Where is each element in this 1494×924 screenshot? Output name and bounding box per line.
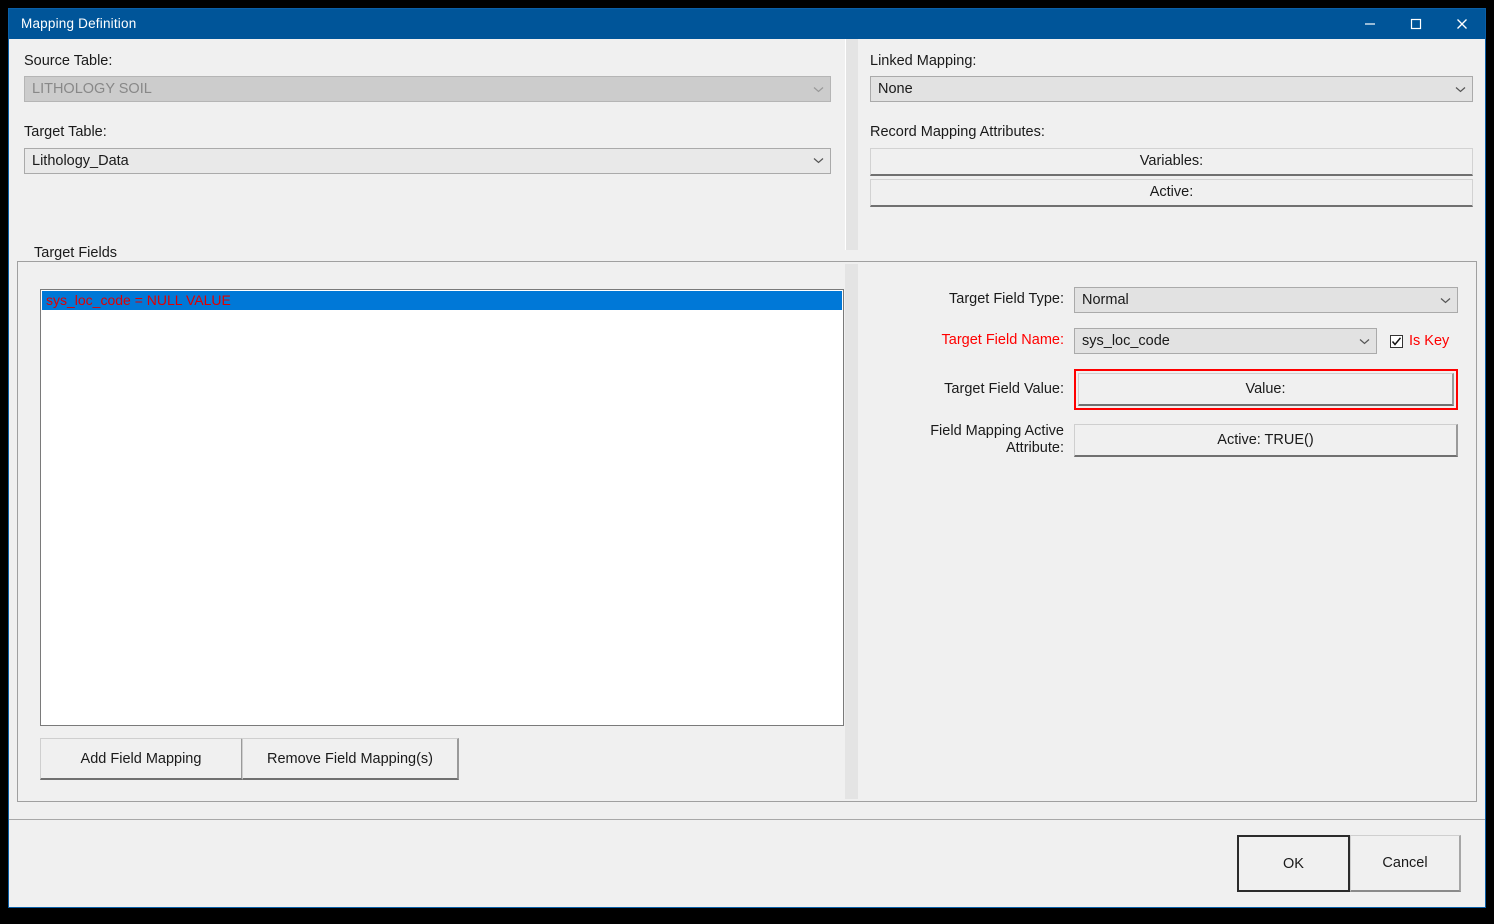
target-field-value-highlight: Value: [1074,369,1458,410]
cancel-button[interactable]: Cancel [1350,835,1461,892]
field-mapping-active-attribute-row: Field Mapping Active Attribute: Active: … [882,423,1458,458]
is-key-label: Is Key [1409,333,1450,349]
top-panel-splitter[interactable] [846,39,858,250]
target-field-type-row: Target Field Type: Normal [882,287,1458,313]
mapping-definition-dialog: Mapping Definition Source Table: LITHOLO… [8,8,1486,908]
target-fields-legend: Target Fields [29,245,123,261]
target-field-name-combobox[interactable]: sys_loc_code [1074,328,1377,354]
top-section: Source Table: LITHOLOGY SOIL Target Tabl… [9,39,1485,250]
record-mapping-attributes-label: Record Mapping Attributes: [870,124,1045,141]
target-field-type-combobox[interactable]: Normal [1074,287,1458,313]
is-key-checkbox-wrap[interactable]: Is Key [1390,333,1449,349]
minimize-icon[interactable] [1347,9,1393,39]
dialog-footer: OK Cancel [9,819,1485,907]
source-table-value: LITHOLOGY SOIL [32,81,152,98]
source-target-panel: Source Table: LITHOLOGY SOIL Target Tabl… [10,39,846,250]
ok-button[interactable]: OK [1237,835,1350,892]
target-field-type-label: Target Field Type: [949,291,1064,308]
target-field-name-value: sys_loc_code [1082,333,1170,349]
target-field-properties-panel: Target Field Type: Normal Target Field N [858,262,1476,801]
close-icon[interactable] [1439,9,1485,39]
title-bar: Mapping Definition [9,9,1485,39]
check-icon [1391,336,1402,346]
field-mappings-panel: sys_loc_code = NULL VALUE Add Field Mapp… [18,262,845,801]
target-field-value-row: Target Field Value: Value: [882,369,1458,410]
target-field-name-label: Target Field Name: [941,332,1065,349]
linked-mapping-combobox[interactable]: None [870,76,1473,103]
target-fields-group: sys_loc_code = NULL VALUE Add Field Mapp… [17,261,1477,802]
linked-mapping-value: None [878,81,913,98]
linked-mapping-label: Linked Mapping: [870,53,977,69]
target-field-type-value: Normal [1082,292,1129,308]
target-field-name-row: Target Field Name: sys_loc_code Is Key [882,328,1458,354]
window-title: Mapping Definition [21,16,137,32]
remove-field-mapping-button[interactable]: Remove Field Mapping(s) [242,738,459,780]
target-table-value: Lithology_Data [32,152,129,169]
target-table-combobox[interactable]: Lithology_Data [24,147,831,174]
source-table-label: Source Table: [24,53,113,69]
chevron-down-icon [1437,292,1453,308]
target-table-label: Target Table: [24,124,107,141]
field-mappings-listbox[interactable]: sys_loc_code = NULL VALUE [40,289,844,726]
field-mapping-active-attribute-label-line1: Field Mapping Active [930,423,1064,439]
is-key-checkbox[interactable] [1390,334,1403,348]
maximize-icon[interactable] [1393,9,1439,39]
field-mapping-active-attribute-label: Field Mapping Active Attribute: [882,423,1074,458]
chevron-down-icon [1452,81,1468,97]
target-field-value-button[interactable]: Value: [1078,373,1454,406]
field-mapping-active-attribute-label-line2: Attribute: [1005,440,1064,457]
variables-button[interactable]: Variables: [870,147,1473,176]
add-field-mapping-button[interactable]: Add Field Mapping [40,738,243,780]
target-fields-splitter[interactable] [845,264,858,799]
chevron-down-icon [1356,333,1372,349]
linked-mapping-panel: Linked Mapping: None Record Mapping Attr… [858,39,1485,250]
chevron-down-icon [810,81,826,97]
field-mapping-active-attribute-button[interactable]: Active: TRUE() [1074,423,1458,457]
active-button[interactable]: Active: [870,178,1473,207]
list-item[interactable]: sys_loc_code = NULL VALUE [42,291,842,310]
chevron-down-icon [810,153,826,169]
source-table-combobox[interactable]: LITHOLOGY SOIL [24,76,831,103]
field-mapping-actions: Add Field Mapping Remove Field Mapping(s… [40,738,460,780]
target-field-value-label: Target Field Value: [944,380,1064,397]
target-fields-groupwrap: Target Fields sys_loc_code = NULL VALUE … [17,245,1477,819]
